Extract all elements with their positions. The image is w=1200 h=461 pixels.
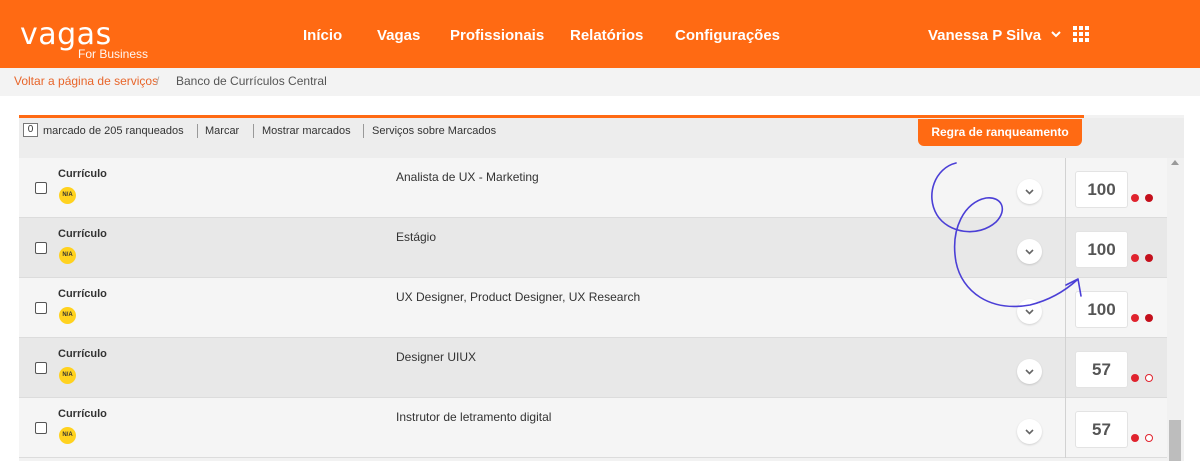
toolbar-divider	[253, 124, 254, 138]
status-dot-icon	[1145, 254, 1153, 262]
chevron-down-icon	[1025, 249, 1034, 255]
scroll-up-arrow-icon[interactable]	[1171, 160, 1179, 165]
ranking-score: 100	[1075, 231, 1128, 268]
apps-grid-icon[interactable]	[1073, 26, 1089, 42]
ranking-rule-button[interactable]: Regra de ranqueamento	[918, 119, 1082, 146]
expand-row-button[interactable]	[1017, 239, 1042, 264]
breadcrumb-current: Banco de Currículos Central	[176, 74, 327, 88]
status-dot-icon	[1131, 254, 1139, 262]
result-row: Currículo N/A Estágio 100	[19, 218, 1167, 278]
status-dot-icon	[1131, 434, 1139, 442]
toolbar-divider	[363, 124, 364, 138]
status-dot-icon	[1145, 194, 1153, 202]
top-navigation-bar: vagas For Business Início Vagas Profissi…	[0, 0, 1200, 68]
status-dot-icon	[1145, 314, 1153, 322]
row-title[interactable]: Estágio	[396, 230, 436, 244]
breadcrumb: Voltar a página de serviços / Banco de C…	[0, 68, 1200, 96]
row-type-label: Currículo	[58, 348, 107, 360]
mark-button[interactable]: Marcar	[205, 125, 239, 137]
status-dot-icon	[1131, 374, 1139, 382]
logo-text: vagas	[20, 17, 112, 52]
user-name: Vanessa P Silva	[928, 27, 1042, 44]
row-checkbox[interactable]	[35, 182, 47, 194]
na-badge: N/A	[59, 187, 76, 204]
show-marked-button[interactable]: Mostrar marcados	[262, 125, 351, 137]
score-column-divider	[1065, 398, 1066, 458]
row-type-label: Currículo	[58, 228, 107, 240]
breadcrumb-separator: /	[156, 74, 160, 88]
ranking-score: 57	[1075, 411, 1128, 448]
row-title[interactable]: Designer UIUX	[396, 350, 476, 364]
row-title[interactable]: Instrutor de letramento digital	[396, 410, 551, 424]
score-column-divider	[1065, 218, 1066, 278]
expand-row-button[interactable]	[1017, 179, 1042, 204]
score-column-divider	[1065, 338, 1066, 398]
ranking-score: 100	[1075, 291, 1128, 328]
row-type-label: Currículo	[58, 288, 107, 300]
results-panel: 0 marcado de 205 ranqueados Marcar Mostr…	[19, 115, 1184, 461]
status-dot-icon	[1145, 434, 1153, 442]
expand-row-button[interactable]	[1017, 359, 1042, 384]
chevron-down-icon	[1025, 189, 1034, 195]
marked-summary: marcado de 205 ranqueados	[43, 125, 184, 137]
expand-row-button[interactable]	[1017, 299, 1042, 324]
status-dot-icon	[1131, 194, 1139, 202]
result-row: Currículo N/A Analista de UX - Marketing 10…	[19, 158, 1167, 218]
result-row: Currículo N/A Instrutor de letramento digi…	[19, 398, 1167, 458]
services-on-marked-button[interactable]: Serviços sobre Marcados	[372, 125, 496, 137]
nav-vagas[interactable]: Vagas	[377, 27, 420, 44]
results-list: Currículo N/A Analista de UX - Marketing 10…	[19, 158, 1167, 458]
user-menu[interactable]: Vanessa P Silva	[928, 27, 1062, 44]
na-badge: N/A	[59, 307, 76, 324]
row-title[interactable]: UX Designer, Product Designer, UX Resear…	[396, 290, 640, 304]
chevron-down-icon	[1025, 309, 1034, 315]
nav-profissionais[interactable]: Profissionais	[450, 27, 544, 44]
na-badge: N/A	[59, 427, 76, 444]
ranking-score: 57	[1075, 351, 1128, 388]
na-badge: N/A	[59, 367, 76, 384]
nav-configuracoes[interactable]: Configurações	[675, 27, 780, 44]
logo-subtitle: For Business	[78, 47, 149, 61]
chevron-down-icon	[1025, 369, 1034, 375]
back-to-services-link[interactable]: Voltar a página de serviços	[14, 74, 158, 88]
toolbar-divider	[197, 124, 198, 138]
row-title[interactable]: Analista de UX - Marketing	[396, 170, 539, 184]
results-toolbar: 0 marcado de 205 ranqueados Marcar Mostr…	[19, 118, 1184, 158]
vagas-logo[interactable]: vagas For Business	[20, 17, 148, 62]
chevron-down-icon	[1025, 429, 1034, 435]
chevron-down-icon	[1051, 29, 1062, 41]
row-checkbox[interactable]	[35, 302, 47, 314]
scrollbar-thumb[interactable]	[1169, 420, 1181, 461]
nav-relatorios[interactable]: Relatórios	[570, 27, 643, 44]
score-column-divider	[1065, 278, 1066, 338]
result-row: Currículo N/A UX Designer, Product Designe…	[19, 278, 1167, 338]
row-checkbox[interactable]	[35, 422, 47, 434]
na-badge: N/A	[59, 247, 76, 264]
row-type-label: Currículo	[58, 168, 107, 180]
status-dot-icon	[1145, 374, 1153, 382]
row-checkbox[interactable]	[35, 362, 47, 374]
marked-count-box: 0	[23, 123, 38, 137]
expand-row-button[interactable]	[1017, 419, 1042, 444]
row-checkbox[interactable]	[35, 242, 47, 254]
result-row: Currículo N/A Designer UIUX 57	[19, 338, 1167, 398]
nav-inicio[interactable]: Início	[303, 27, 342, 44]
row-type-label: Currículo	[58, 408, 107, 420]
ranking-score: 100	[1075, 171, 1128, 208]
status-dot-icon	[1131, 314, 1139, 322]
scrollbar[interactable]	[1167, 158, 1184, 461]
score-column-divider	[1065, 158, 1066, 218]
